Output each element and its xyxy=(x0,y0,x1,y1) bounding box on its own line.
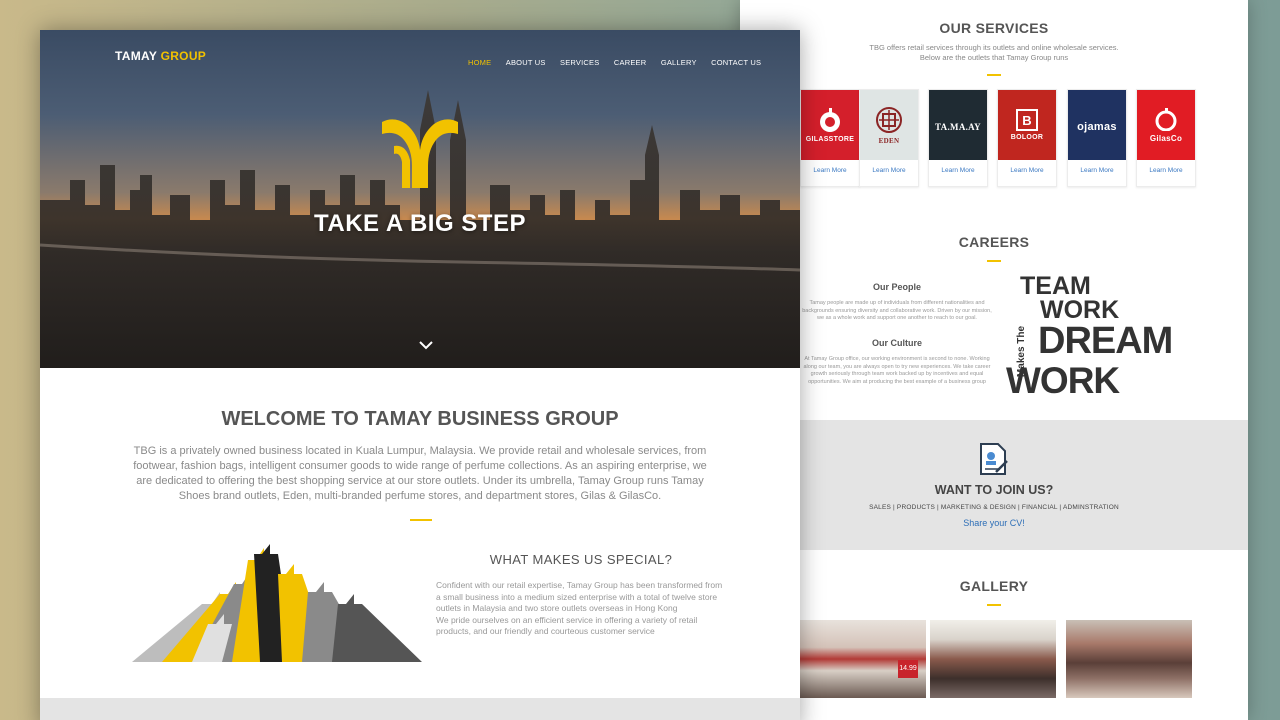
outlet-name: GILASSTORE xyxy=(805,136,855,143)
welcome-underline xyxy=(410,519,432,521)
outlet-name: TA.MA.AY xyxy=(935,121,981,132)
learn-more-link[interactable]: Learn More xyxy=(860,167,918,174)
gallery-photo-1[interactable]: 14.99 xyxy=(800,620,926,698)
growth-arrows-illustration xyxy=(132,544,422,662)
learn-more-link[interactable]: Learn More xyxy=(1068,167,1126,174)
outlet-card-gilasstore[interactable]: GILASSTORE Learn More xyxy=(800,89,860,187)
welcome-text: TBG is a privately owned business locate… xyxy=(133,445,707,502)
apple-icon xyxy=(820,108,840,132)
services-title: OUR SERVICES xyxy=(939,20,1049,36)
svg-text:B: B xyxy=(1022,113,1031,128)
services-page: OUR SERVICES TBG offers retail services … xyxy=(740,0,1248,720)
brand-logo-text[interactable]: TAMAY GROUP xyxy=(115,49,206,63)
join-title: WANT TO JOIN US? xyxy=(934,483,1054,497)
our-culture-text: At Tamay Group office, our working envir… xyxy=(803,356,991,385)
gallery-photo-2[interactable] xyxy=(930,620,1056,698)
services-subtitle-2: Below are the outlets that Tamay Group r… xyxy=(919,53,1069,62)
careers-title: CAREERS xyxy=(958,234,1030,250)
welcome-title: WELCOME TO TAMAY BUSINESS GROUP xyxy=(221,408,619,430)
special-paragraph-1: Confident with our retail expertise, Tam… xyxy=(436,580,723,613)
brand-word-1: TAMAY xyxy=(115,49,157,63)
gallery-photo-3[interactable] xyxy=(1066,620,1192,698)
our-culture-block: Our Culture At Tamay Group office, our w… xyxy=(802,338,992,386)
tamay-y-logo-icon xyxy=(382,119,458,188)
our-people-title: Our People xyxy=(872,282,921,292)
nav-gallery[interactable]: GALLERY xyxy=(661,58,697,67)
nav-services[interactable]: SERVICES xyxy=(560,58,599,67)
outlet-name: ojamas xyxy=(1077,120,1117,133)
special-text: Confident with our retail expertise, Tam… xyxy=(436,580,726,638)
poster-work-2: WORK xyxy=(1006,360,1120,401)
special-paragraph-2: We pride ourselves on an efficient servi… xyxy=(436,614,698,637)
apple-icon xyxy=(1155,108,1177,131)
hero-banner: TAMAY GROUP HOME ABOUT US SERVICES CAREE… xyxy=(40,30,800,368)
main-nav: HOME ABOUT US SERVICES CAREER GALLERY CO… xyxy=(458,52,761,70)
nav-career[interactable]: CAREER xyxy=(614,58,646,67)
outlet-name: EDEN xyxy=(878,136,900,145)
teamwork-poster: TEAM WORK Makes The DREAM WORK xyxy=(1006,272,1206,402)
ojamas-logo: ojamas xyxy=(1068,90,1126,160)
learn-more-link[interactable]: Learn More xyxy=(1137,167,1195,174)
share-cv-link[interactable]: Share your CV! xyxy=(800,518,1188,528)
services-subtitle-1: TBG offers retail services through its o… xyxy=(869,43,1119,52)
outlet-card-ojamas[interactable]: ojamas Learn More xyxy=(1067,89,1127,187)
outlet-card-eden[interactable]: EDEN Learn More xyxy=(859,89,919,187)
join-us-band: WANT TO JOIN US? SALES | PRODUCTS | MARK… xyxy=(800,420,1248,550)
learn-more-link[interactable]: Learn More xyxy=(998,167,1056,174)
join-departments: SALES | PRODUCTS | MARKETING & DESIGN | … xyxy=(869,504,1119,511)
city-skyline-illustration xyxy=(40,90,800,368)
price-tag: 14.99 xyxy=(898,660,918,678)
boloor-logo: B BOLOOR xyxy=(998,90,1056,160)
careers-underline xyxy=(987,260,1001,262)
outlet-name: GilasCo xyxy=(1149,134,1183,143)
our-people-block: Our People Tamay people are made up of i… xyxy=(802,282,992,323)
gallery-underline xyxy=(987,604,1001,606)
gilasstore-logo: GILASSTORE xyxy=(801,90,859,160)
b-letter-icon: B xyxy=(1016,109,1038,131)
nav-contact-us[interactable]: CONTACT US xyxy=(711,58,761,67)
outlet-card-gilasco[interactable]: GilasCo Learn More xyxy=(1136,89,1196,187)
special-title: WHAT MAKES US SPECIAL? xyxy=(489,552,673,567)
cv-document-icon xyxy=(980,443,1008,475)
outlet-name: BOLOOR xyxy=(1010,134,1044,141)
nav-home[interactable]: HOME xyxy=(468,58,491,67)
ornament-icon xyxy=(876,106,902,133)
gilasco-logo: GilasCo xyxy=(1137,90,1195,160)
learn-more-link[interactable]: Learn More xyxy=(801,167,859,174)
services-underline xyxy=(987,74,1001,76)
poster-dream: DREAM xyxy=(1038,320,1173,362)
outlet-card-boloor[interactable]: B BOLOOR Learn More xyxy=(997,89,1057,187)
our-people-text: Tamay people are made up of individuals … xyxy=(802,300,992,321)
our-culture-title: Our Culture xyxy=(871,338,922,348)
hero-title: TAKE A BIG STEP xyxy=(314,210,526,237)
nav-about-us[interactable]: ABOUT US xyxy=(506,58,546,67)
outlet-card-tamay[interactable]: TA.MA.AY Learn More xyxy=(928,89,988,187)
footer-band xyxy=(40,698,800,720)
brand-word-2: GROUP xyxy=(156,49,207,63)
eden-logo: EDEN xyxy=(860,90,918,160)
learn-more-link[interactable]: Learn More xyxy=(929,167,987,174)
tamay-logo: TA.MA.AY xyxy=(929,90,987,160)
gallery-title: GALLERY xyxy=(959,578,1029,594)
chevron-down-icon[interactable] xyxy=(419,341,433,350)
home-page: TAMAY GROUP HOME ABOUT US SERVICES CAREE… xyxy=(40,30,800,720)
